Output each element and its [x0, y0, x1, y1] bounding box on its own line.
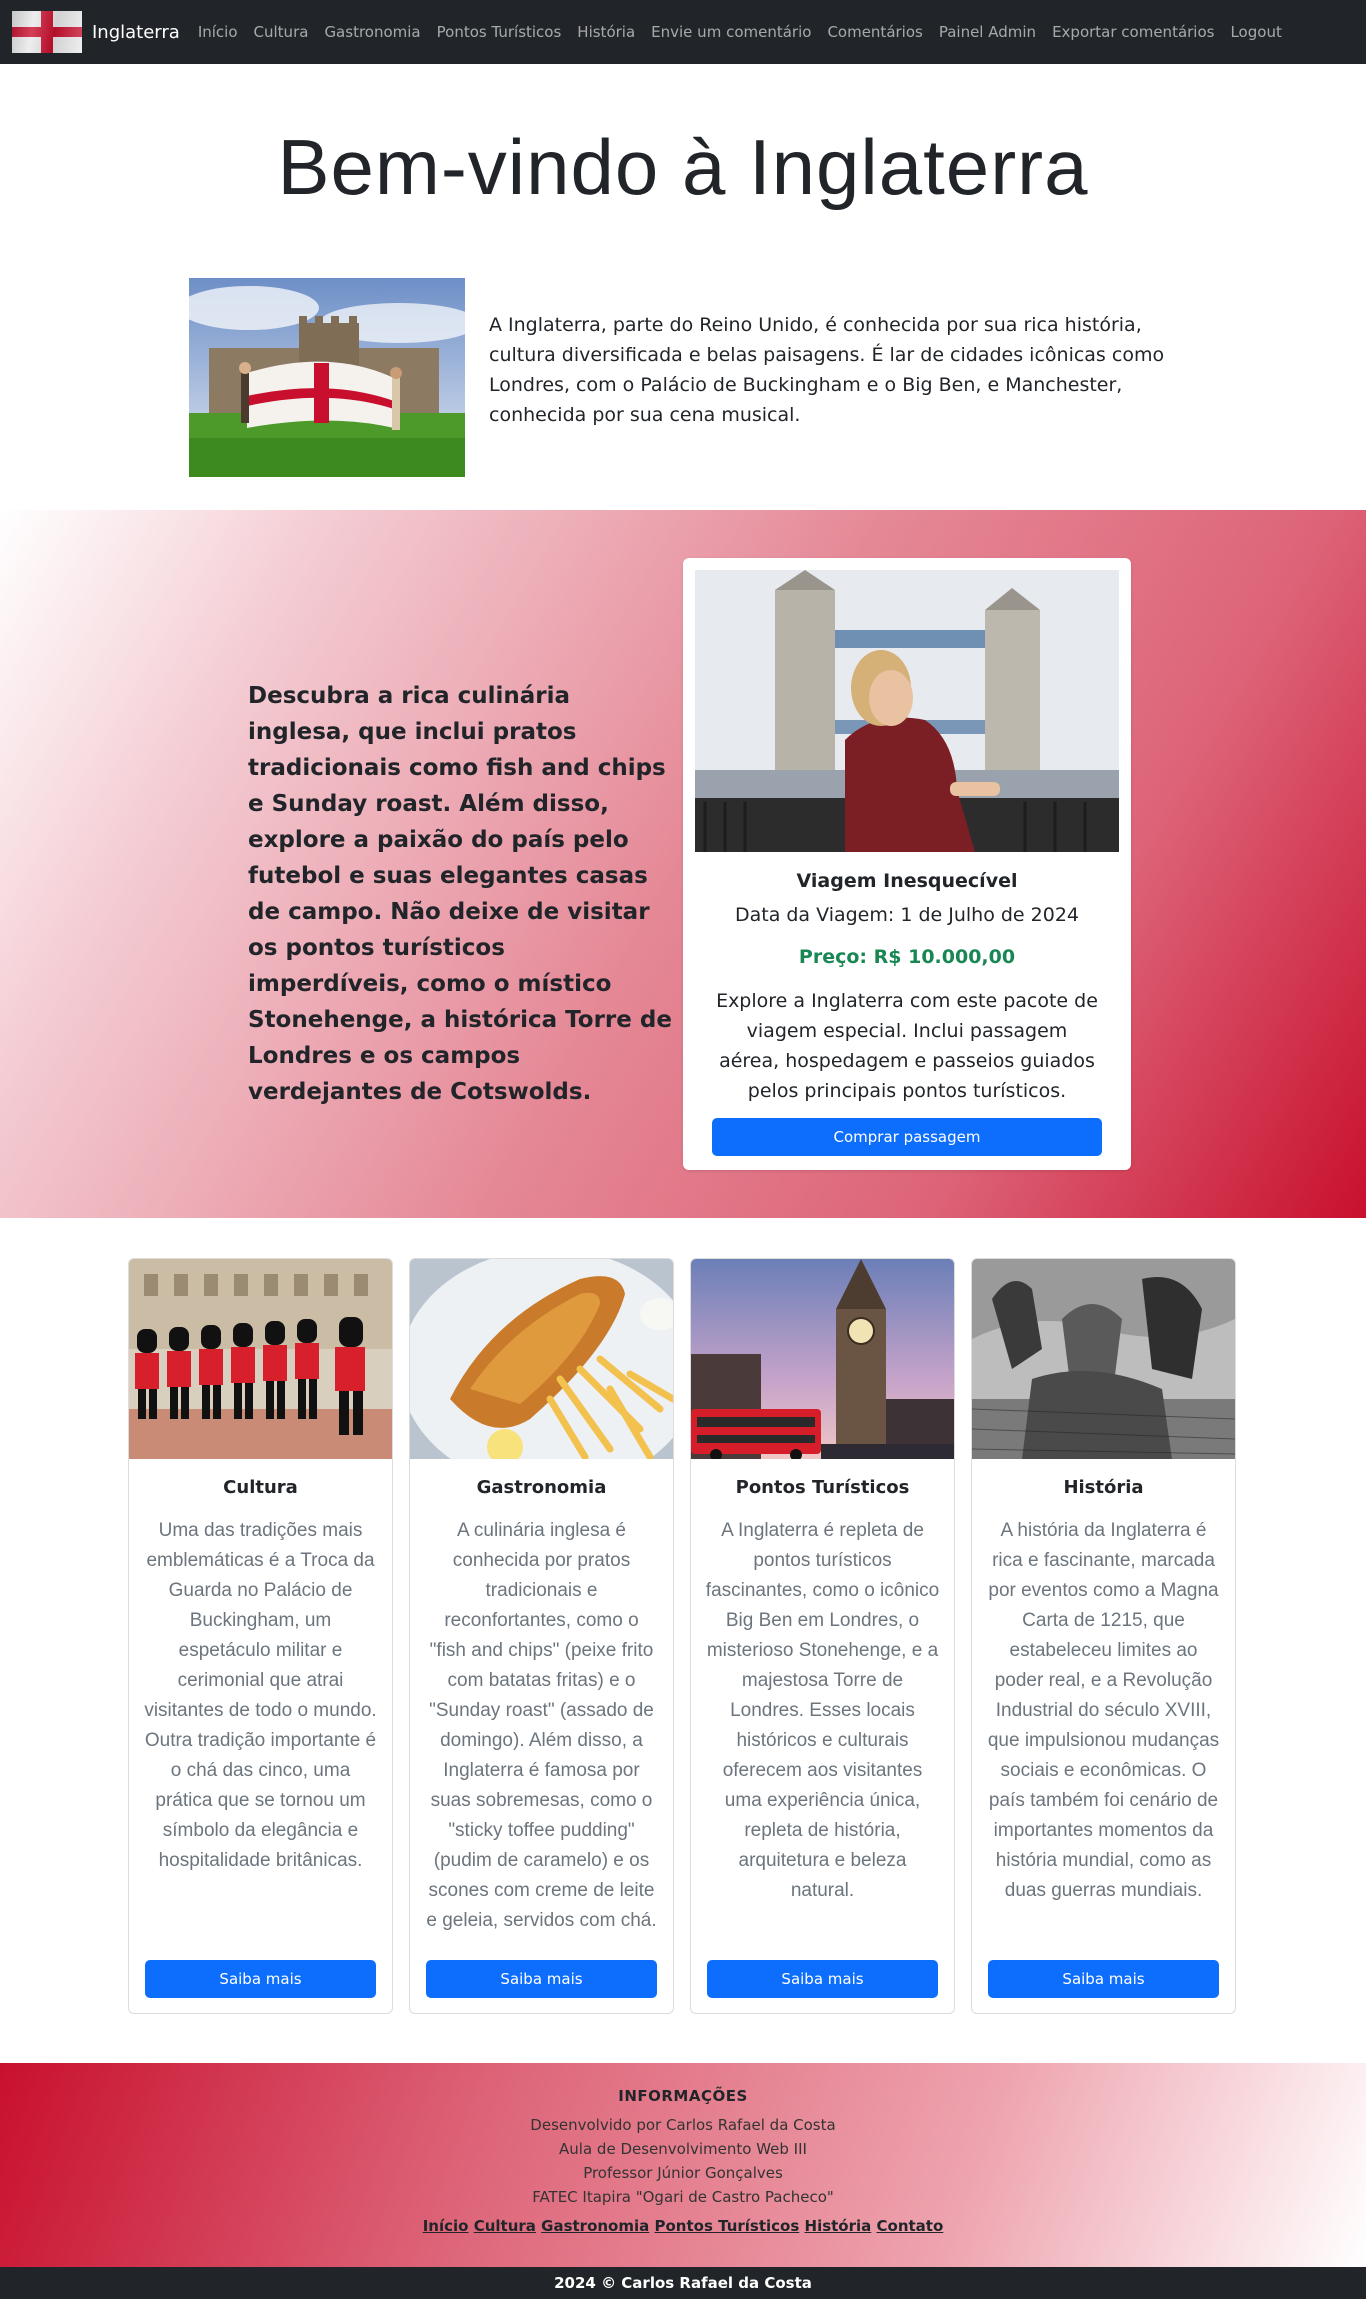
footer: INFORMAÇÕES Desenvolvido por Carlos Rafa… [0, 2063, 1366, 2267]
card-text: A história da Inglaterra é rica e fascin… [987, 1520, 1220, 1901]
trip-description: Explore a Inglaterra com este pacote de … [716, 990, 1098, 1102]
learn-more-button[interactable]: Saiba mais [426, 1960, 657, 1998]
nav-link-comentarios[interactable]: Comentários [819, 23, 930, 41]
learn-more-button[interactable]: Saiba mais [707, 1960, 938, 1998]
card-text: A Inglaterra é repleta de pontos turísti… [705, 1520, 940, 1901]
england-flag-logo [12, 11, 82, 53]
nav-link-cultura[interactable]: Cultura [246, 23, 317, 41]
brand-name[interactable]: Inglaterra [92, 22, 180, 43]
nav-links: Início Cultura Gastronomia Pontos Turíst… [190, 23, 1290, 41]
trip-date: Data da Viagem: 1 de Julho de 2024 [734, 904, 1080, 926]
card-title: Pontos Turísticos [735, 1477, 910, 1498]
nav-link-envie-comentario[interactable]: Envie um comentário [643, 23, 819, 41]
learn-more-button[interactable]: Saiba mais [145, 1960, 376, 1998]
footer-developer: Desenvolvido por Carlos Rafael da Costa [530, 2116, 836, 2134]
promo-text: Descubra a rica culinária inglesa, que i… [248, 683, 672, 1105]
learn-more-button[interactable]: Saiba mais [988, 1960, 1219, 1998]
nav-link-historia[interactable]: História [569, 23, 643, 41]
castle-flag-photo [189, 278, 465, 477]
nav-link-pontos-turisticos[interactable]: Pontos Turísticos [429, 23, 570, 41]
card-title: Gastronomia [476, 1477, 607, 1498]
tower-bridge-photo [695, 570, 1119, 852]
footer-links: Início Cultura Gastronomia Pontos Turíst… [0, 2217, 1366, 2235]
nav-link-gastronomia[interactable]: Gastronomia [316, 23, 428, 41]
card-text: A culinária inglesa é conhecida por prat… [426, 1520, 657, 1931]
card-gastronomia: Gastronomia A culinária inglesa é conhec… [409, 1258, 674, 2014]
footer-link-cultura[interactable]: Cultura [474, 2217, 536, 2235]
footer-link-gastronomia[interactable]: Gastronomia [541, 2217, 649, 2235]
footer-info: Desenvolvido por Carlos Rafael da Costa … [0, 2113, 1366, 2209]
brand[interactable]: Inglaterra [12, 11, 190, 53]
card-text: Uma das tradições mais emblemáticas é a … [144, 1520, 377, 1871]
trip-card: Viagem Inesquecível Data da Viagem: 1 de… [683, 558, 1131, 1170]
buy-ticket-button[interactable]: Comprar passagem [712, 1118, 1102, 1156]
nav-link-exportar-comentarios[interactable]: Exportar comentários [1044, 23, 1222, 41]
navbar: Inglaterra Início Cultura Gastronomia Po… [0, 0, 1366, 64]
big-ben-photo [691, 1259, 954, 1459]
card-cultura: Cultura Uma das tradições mais emblemáti… [128, 1258, 393, 2014]
footer-class: Aula de Desenvolvimento Web III [559, 2140, 807, 2158]
page-title: Bem-vindo à Inglaterra [277, 123, 1089, 211]
card-title: Cultura [223, 1477, 298, 1498]
footer-link-contato[interactable]: Contato [877, 2217, 944, 2235]
fish-and-chips-photo [410, 1259, 673, 1459]
nav-link-logout[interactable]: Logout [1222, 23, 1289, 41]
footer-heading: INFORMAÇÕES [618, 2087, 748, 2105]
copyright-bar: 2024 © Carlos Rafael da Costa [0, 2267, 1366, 2299]
card-pontos-turisticos: Pontos Turísticos A Inglaterra é repleta… [690, 1258, 955, 2014]
footer-school: FATEC Itapira "Ogari de Castro Pacheco" [532, 2188, 834, 2206]
guards-photo [129, 1259, 392, 1459]
card-title: História [1063, 1477, 1144, 1498]
footer-link-historia[interactable]: História [805, 2217, 872, 2235]
nav-link-painel-admin[interactable]: Painel Admin [931, 23, 1044, 41]
trip-title: Viagem Inesquecível [796, 870, 1018, 892]
trip-price: Preço: R$ 10.000,00 [798, 946, 1016, 968]
intro-text: A Inglaterra, parte do Reino Unido, é co… [489, 314, 1165, 426]
promo-section: Descubra a rica culinária inglesa, que i… [0, 510, 1366, 1218]
footer-link-pontos-turisticos[interactable]: Pontos Turísticos [655, 2217, 800, 2235]
footer-professor: Professor Júnior Gonçalves [583, 2164, 783, 2182]
nav-link-inicio[interactable]: Início [190, 23, 246, 41]
card-historia: História A história da Inglaterra é rica… [971, 1258, 1236, 2014]
footer-link-inicio[interactable]: Início [423, 2217, 469, 2235]
historical-engraving-photo [972, 1259, 1235, 1459]
